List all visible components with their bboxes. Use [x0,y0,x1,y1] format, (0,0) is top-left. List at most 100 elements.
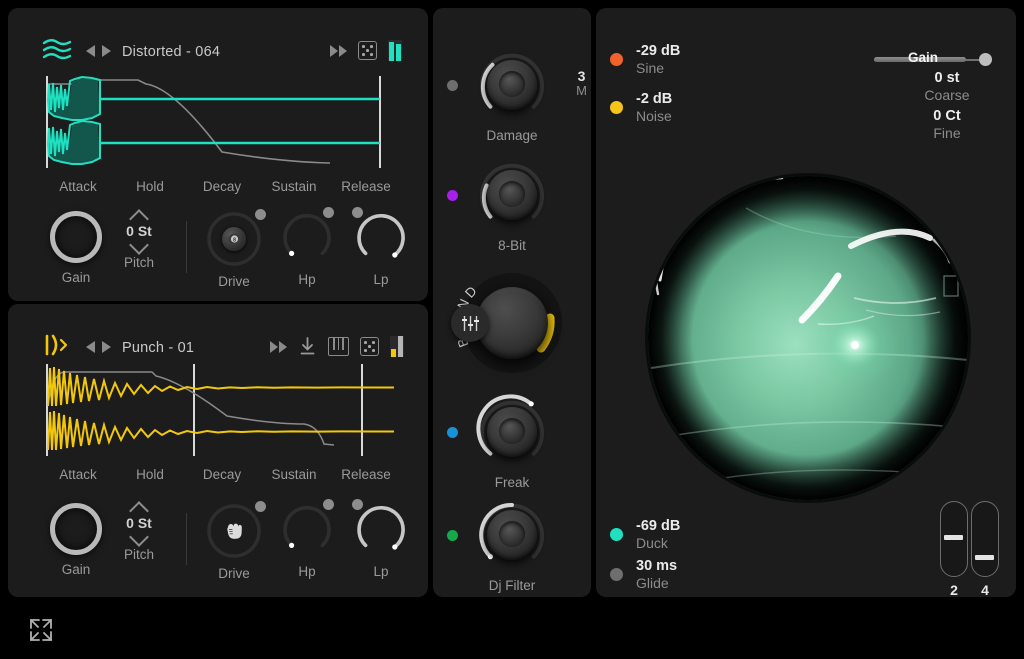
pitch-up-chevron-icon[interactable] [131,211,147,220]
layer-b-gain-label: Gain [61,562,91,577]
layer-a-lp-toggle-dot[interactable] [352,207,363,218]
layer-b-lp-label: Lp [373,564,389,579]
damage-led[interactable] [447,80,458,91]
duck-led[interactable] [610,528,623,542]
layer-a-preset-name[interactable]: Distorted - 064 [122,44,220,60]
layer-b-next-preset[interactable] [102,341,111,353]
pitch-up-chevron-icon[interactable] [131,503,147,512]
env-label-sustain: Sustain [271,179,317,194]
readout-glide[interactable]: 30 ms Glide [610,557,677,593]
download-icon[interactable] [298,337,317,356]
visualizer-panel: -29 dB Sine -2 dB Noise Gain 0 st Coarse… [596,8,1016,615]
faders-icon[interactable] [451,304,489,342]
piano-keys-icon[interactable] [328,337,349,356]
layer-panel-b: Punch - 01 Attack Hold Decay Sustain Rel… [8,304,428,597]
layer-a-lp-knob[interactable]: Lp [347,207,415,287]
layer-a-pitch-stepper[interactable]: 0 St Pitch [111,211,167,270]
layer-a-gain-knob[interactable]: Gain [38,211,114,285]
layer-b-hp-knob[interactable]: Hp [273,499,341,579]
transient-icon[interactable] [44,332,70,358]
layer-b-envelope-labels: Attack Hold Decay Sustain Release [42,467,402,482]
freak-led[interactable] [447,427,458,438]
env-label-release: Release [341,179,391,194]
layer-a-lp-label: Lp [373,272,389,287]
freak-label: Freak [494,475,530,490]
fist-icon [227,523,242,539]
glide-label: Glide [636,575,669,592]
pitch-down-chevron-icon[interactable] [131,242,147,251]
layer-a-drive-label: Drive [218,274,250,289]
eightbit-knob[interactable] [473,156,551,234]
layer-a-drive-knob[interactable]: 8 Drive [199,209,269,289]
layer-b-header: Punch - 01 [8,304,428,360]
layer-a-next-preset[interactable] [102,45,111,57]
env-label-attack: Attack [59,179,97,194]
env-label-hold: Hold [136,179,164,194]
env-label-sustain: Sustain [271,467,317,482]
layer-a-level-meter-icon[interactable] [388,40,402,61]
duck-label: Duck [636,535,668,552]
damage-label: Damage [486,128,538,143]
layer-b-drive-knob[interactable]: Drive [199,501,269,581]
bottom-toolbar: 200% Monsters Inc X - EIGHT2 [0,600,1024,659]
modwheel-slider[interactable] [971,501,999,577]
eight-ball-icon: 8 [228,233,240,245]
layer-a-pitch-label: Pitch [123,255,154,270]
layer-b-drive-toggle-dot[interactable] [255,501,266,512]
layer-b-lp-toggle-dot[interactable] [352,499,363,510]
layer-a-gain-label: Gain [61,270,91,285]
env-label-decay: Decay [202,467,242,482]
layer-a-hp-knob[interactable]: Hp [273,207,341,287]
plugin-window: Distorted - 064 Attack Hold Decay Sustai… [0,0,1024,659]
fx-slot-8bit: 8-Bit [433,156,591,253]
layer-b-knob-row: Gain 0 St Pitch Drive Hp Lp [8,499,428,595]
layer-a-envelope-labels: Attack Hold Decay Sustain Release [42,179,402,194]
layer-b-gain-knob[interactable]: Gain [38,503,114,577]
readout-duck[interactable]: -69 dB Duck [610,517,680,553]
layer-b-preset-name[interactable]: Punch - 01 [122,340,194,356]
glide-led[interactable] [610,568,623,582]
djfilter-knob[interactable] [473,496,551,574]
eightbit-led[interactable] [447,190,458,201]
layer-b-prev-preset[interactable] [86,341,95,353]
layer-a-hp-toggle-dot[interactable] [323,207,334,218]
fx-slot-damage: 3 M Damage [433,46,591,143]
layer-a-header: Distorted - 064 [8,8,428,64]
damage-knob[interactable] [473,46,551,124]
layer-b-lp-knob[interactable]: Lp [347,499,415,579]
env-label-hold: Hold [136,467,164,482]
fullscreen-resize-icon[interactable] [28,617,54,643]
env-label-release: Release [341,467,391,482]
pitchbend-slider[interactable] [940,501,968,577]
freak-knob[interactable] [473,393,551,471]
pitch-down-chevron-icon[interactable] [131,534,147,543]
layer-panel-a: Distorted - 064 Attack Hold Decay Sustai… [8,8,428,301]
svg-text:8: 8 [233,237,236,243]
layer-a-envelope-display[interactable] [42,74,402,170]
layer-b-hp-toggle-dot[interactable] [323,499,334,510]
djfilter-led[interactable] [447,530,458,541]
layer-b-pitch-label: Pitch [123,547,154,562]
layer-a-drive-toggle-dot[interactable] [255,209,266,220]
fx-slot-dj-filter: Dj Filter [433,496,591,593]
duck-value: -69 dB [636,518,681,534]
wave-lines-icon[interactable] [42,38,72,64]
knob-divider [186,221,187,273]
layer-b-envelope-display[interactable] [42,362,402,458]
layer-b-dice-randomize-icon[interactable] [360,337,379,356]
eightbit-label: 8-Bit [498,238,526,253]
fx-slot-freak: Freak [433,393,591,490]
pitchbend-handle[interactable] [944,535,963,540]
damage-value: 3 M [576,68,587,99]
layer-a-prev-preset[interactable] [86,45,95,57]
layer-b-hp-label: Hp [298,564,316,579]
layer-a-dice-randomize-icon[interactable] [358,41,377,60]
layer-b-level-meter-icon[interactable] [390,336,404,357]
blend-knob[interactable]: BLEND [451,266,569,380]
layer-a-fast-forward-icon[interactable] [330,44,347,57]
layer-b-pitch-stepper[interactable]: 0 St Pitch [111,503,167,562]
layer-b-fast-forward-icon[interactable] [270,340,287,353]
env-label-attack: Attack [59,467,97,482]
modwheel-handle[interactable] [975,555,994,560]
layer-a-knob-row: Gain 0 St Pitch 8 Drive Hp Lp [8,207,428,303]
